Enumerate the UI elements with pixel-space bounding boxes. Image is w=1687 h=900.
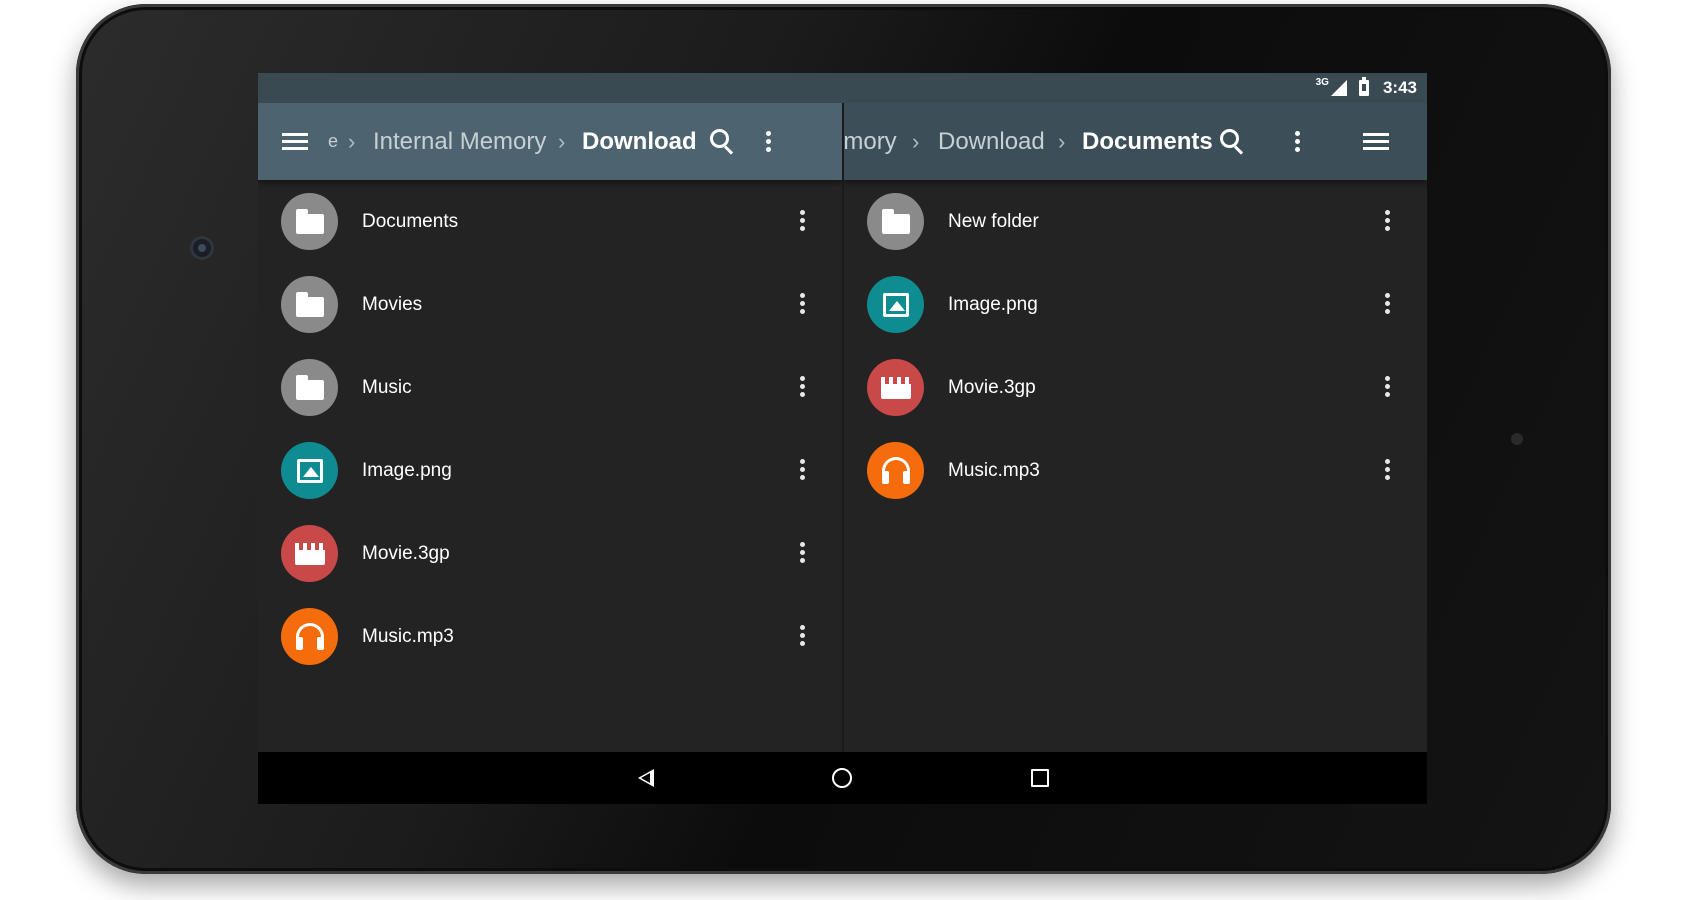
more-vert-icon[interactable] [800,625,806,647]
list-item[interactable]: Music [258,346,842,429]
right-toolbar: emory › Download › Documents [844,103,1427,180]
right-pane: emory › Download › Documents New folder [844,103,1427,752]
left-toolbar: e › Internal Memory › Download [258,103,842,180]
file-name: Music [362,376,412,398]
status-bar: 3G 3:43 [258,73,1427,103]
screen: 3G 3:43 e › Internal Memory › Download D… [258,73,1427,804]
folder-icon [295,291,324,317]
right-breadcrumb-2[interactable]: Documents [1082,103,1213,180]
more-vert-icon[interactable] [1385,210,1391,232]
file-avatar [867,442,924,499]
search-icon [710,128,736,155]
file-name: Image.png [362,459,452,481]
list-item[interactable]: Documents [258,180,842,263]
file-avatar [281,442,338,499]
right-breadcrumb-1[interactable]: Download [938,103,1045,180]
signal-icon [1330,80,1347,96]
list-item[interactable]: Movie.3gp [258,512,842,595]
more-vert-icon[interactable] [1385,293,1391,315]
file-avatar [281,359,338,416]
folder-icon [881,208,910,234]
movie-icon [294,542,325,565]
status-icons: 3G 3:43 [1316,73,1417,103]
image-icon [882,292,909,317]
folder-icon [295,374,324,400]
home-icon [832,768,852,788]
file-avatar [867,276,924,333]
menu-icon [1363,132,1389,151]
file-name: Music.mp3 [948,459,1040,481]
right-overflow-button[interactable] [1295,103,1301,180]
file-name: New folder [948,210,1039,232]
more-vert-icon[interactable] [800,293,806,315]
more-vert-icon [1295,130,1301,153]
file-name: Music.mp3 [362,625,454,647]
left-overflow-button[interactable] [766,103,772,180]
file-avatar [281,193,338,250]
status-time: 3:43 [1382,78,1417,97]
file-avatar [281,525,338,582]
chevron-right-icon: › [348,128,356,154]
file-name: Movie.3gp [948,376,1036,398]
left-search-button[interactable] [710,103,736,180]
more-vert-icon[interactable] [1385,459,1391,481]
battery-charging-icon [1358,77,1369,96]
file-name: Documents [362,210,459,232]
list-item[interactable]: Music.mp3 [258,595,842,678]
menu-icon [282,132,308,151]
right-menu-button[interactable] [1363,103,1389,180]
back-icon [638,769,654,787]
headphones-icon [881,456,910,485]
home-button[interactable] [812,752,872,804]
back-button[interactable] [616,752,676,804]
file-name: Movies [362,293,423,315]
image-icon [296,458,323,483]
more-vert-icon[interactable] [800,542,806,564]
left-breadcrumb-0[interactable]: e [328,103,338,180]
list-item[interactable]: Image.png [844,263,1427,346]
left-breadcrumb-1[interactable]: Internal Memory [373,103,546,180]
recents-button[interactable] [1010,752,1070,804]
recents-icon [1031,769,1049,787]
file-avatar [281,276,338,333]
more-vert-icon[interactable] [1385,376,1391,398]
right-breadcrumb-0[interactable]: emory [844,103,897,180]
search-icon [1220,128,1246,155]
right-search-button[interactable] [1220,103,1246,180]
navigation-bar [258,752,1427,804]
list-item[interactable]: Image.png [258,429,842,512]
left-breadcrumb-2[interactable]: Download [582,103,697,180]
left-pane: e › Internal Memory › Download Documents… [258,103,842,752]
camera-lens [198,244,206,252]
more-vert-icon[interactable] [800,210,806,232]
list-item[interactable]: Movies [258,263,842,346]
more-vert-icon [766,130,772,153]
headphones-icon [295,622,324,651]
network-type: 3G [1315,76,1329,88]
list-item[interactable]: New folder [844,180,1427,263]
light-sensor [1511,433,1523,445]
chevron-right-icon: › [558,128,566,154]
list-item[interactable]: Music.mp3 [844,429,1427,512]
file-name: Image.png [948,293,1038,315]
file-avatar [867,359,924,416]
chevron-right-icon: › [912,128,920,154]
chevron-right-icon: › [1058,128,1066,154]
file-avatar [281,608,338,665]
more-vert-icon[interactable] [800,459,806,481]
file-name: Movie.3gp [362,542,450,564]
left-menu-button[interactable] [282,103,308,180]
list-item[interactable]: Movie.3gp [844,346,1427,429]
folder-icon [295,208,324,234]
more-vert-icon[interactable] [800,376,806,398]
movie-icon [880,376,911,399]
file-avatar [867,193,924,250]
